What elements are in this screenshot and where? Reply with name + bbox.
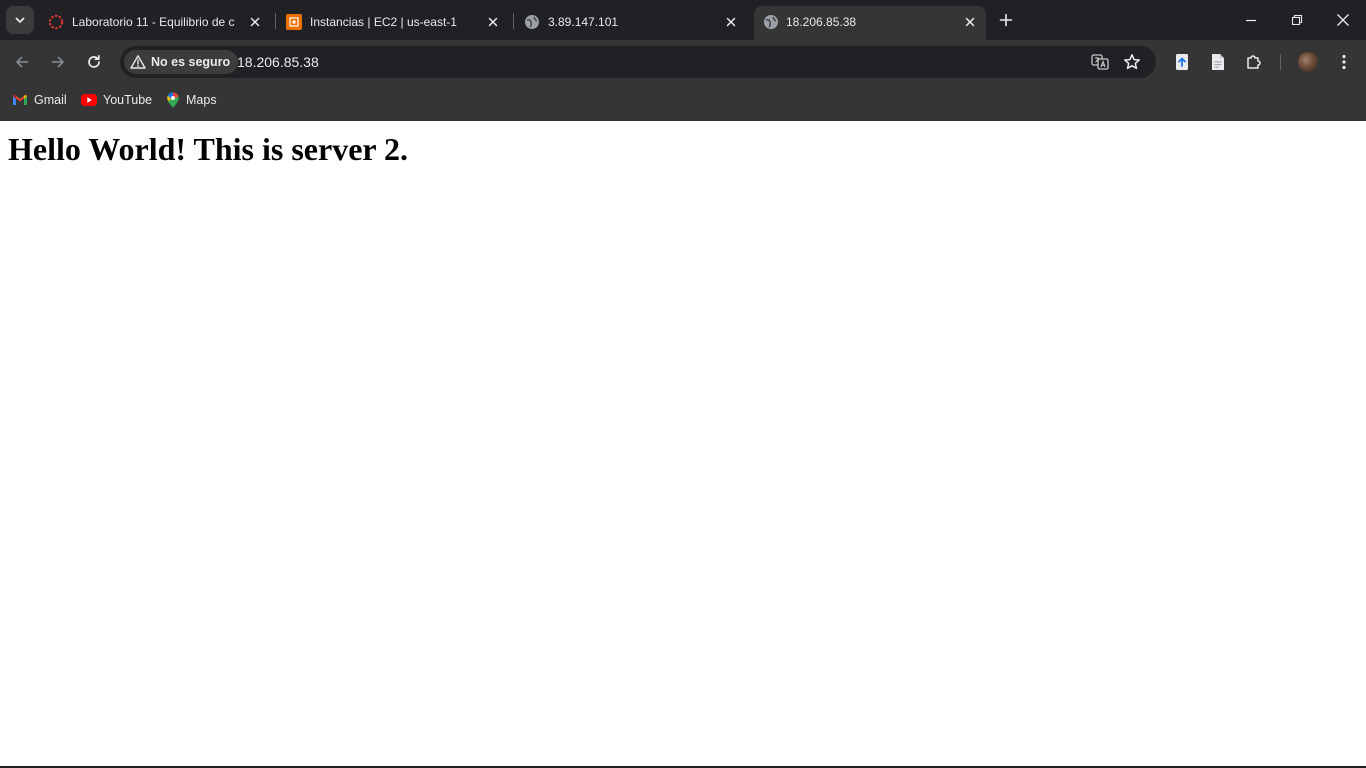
close-icon bbox=[1337, 14, 1349, 26]
reload-icon bbox=[88, 54, 100, 68]
bookmark-star-icon[interactable] bbox=[1122, 52, 1142, 72]
restore-button[interactable] bbox=[1274, 0, 1320, 40]
aws-ec2-icon bbox=[286, 14, 302, 30]
minimize-icon bbox=[1246, 19, 1256, 22]
address-bar[interactable]: No es seguro 18.206.85.38 bbox=[120, 46, 1156, 78]
bookmark-gmail[interactable]: Gmail bbox=[12, 92, 67, 108]
translate-icon[interactable] bbox=[1090, 52, 1110, 72]
tab-server-1[interactable]: 3.89.147.101 bbox=[524, 6, 746, 40]
forward-button[interactable] bbox=[46, 50, 70, 74]
extension-upload-icon[interactable] bbox=[1172, 52, 1192, 72]
security-label: No es seguro bbox=[151, 55, 231, 69]
bookmark-label: Gmail bbox=[34, 93, 67, 107]
browser-toolbar: No es seguro 18.206.85.38 bbox=[0, 40, 1366, 84]
site-security-chip[interactable]: No es seguro bbox=[124, 50, 239, 74]
plus-icon bbox=[999, 13, 1013, 27]
back-button[interactable] bbox=[10, 50, 34, 74]
minimize-button[interactable] bbox=[1228, 0, 1274, 40]
youtube-icon bbox=[81, 94, 97, 106]
close-tab-icon[interactable] bbox=[246, 13, 264, 31]
close-window-button[interactable] bbox=[1320, 0, 1366, 40]
tab-separator bbox=[275, 13, 276, 29]
page-heading: Hello World! This is server 2. bbox=[8, 131, 409, 167]
arrow-right-icon bbox=[51, 56, 64, 68]
bookmarks-bar: Gmail YouTube Maps bbox=[0, 84, 1366, 121]
url-text[interactable]: 18.206.85.38 bbox=[237, 54, 319, 70]
tab-strip: Laboratorio 11 - Equilibrio de c Instanc… bbox=[0, 0, 1366, 40]
bookmark-label: YouTube bbox=[103, 93, 153, 107]
close-tab-icon[interactable] bbox=[484, 13, 502, 31]
maps-icon bbox=[167, 92, 179, 108]
restore-icon bbox=[1291, 14, 1303, 26]
new-tab-button[interactable] bbox=[996, 10, 1016, 30]
globe-icon bbox=[524, 14, 540, 30]
tab-title: 3.89.147.101 bbox=[548, 15, 619, 29]
bookmark-label: Maps bbox=[186, 93, 217, 107]
globe-icon bbox=[763, 14, 779, 30]
tab-search-button[interactable] bbox=[6, 6, 34, 34]
more-menu-icon[interactable] bbox=[1334, 52, 1354, 72]
document-icon[interactable] bbox=[1208, 52, 1228, 72]
tab-title: Laboratorio 11 - Equilibrio de c bbox=[72, 15, 235, 29]
web-page-content: Hello World! This is server 2. bbox=[0, 121, 1366, 766]
arrow-left-icon bbox=[16, 56, 29, 68]
tab-laboratorio[interactable]: Laboratorio 11 - Equilibrio de c bbox=[48, 6, 270, 40]
gmail-icon bbox=[13, 94, 27, 105]
tab-ec2-instances[interactable]: Instancias | EC2 | us-east-1 bbox=[286, 6, 508, 40]
tab-title: 18.206.85.38 bbox=[786, 15, 857, 29]
red-dotted-circle-icon bbox=[48, 14, 64, 30]
tab-title: Instancias | EC2 | us-east-1 bbox=[310, 15, 457, 29]
profile-avatar[interactable] bbox=[1298, 52, 1318, 72]
toolbar-separator bbox=[1280, 54, 1281, 70]
close-tab-icon[interactable] bbox=[961, 13, 979, 31]
warning-triangle-icon bbox=[130, 55, 146, 69]
close-tab-icon[interactable] bbox=[722, 13, 740, 31]
bookmark-youtube[interactable]: YouTube bbox=[81, 92, 152, 108]
reload-button[interactable] bbox=[82, 50, 106, 74]
chevron-down-icon bbox=[15, 17, 25, 23]
tab-separator bbox=[513, 13, 514, 29]
extensions-puzzle-icon[interactable] bbox=[1244, 52, 1264, 72]
tab-server-2-active[interactable]: 18.206.85.38 bbox=[754, 6, 986, 40]
bookmark-maps[interactable]: Maps bbox=[166, 92, 217, 108]
